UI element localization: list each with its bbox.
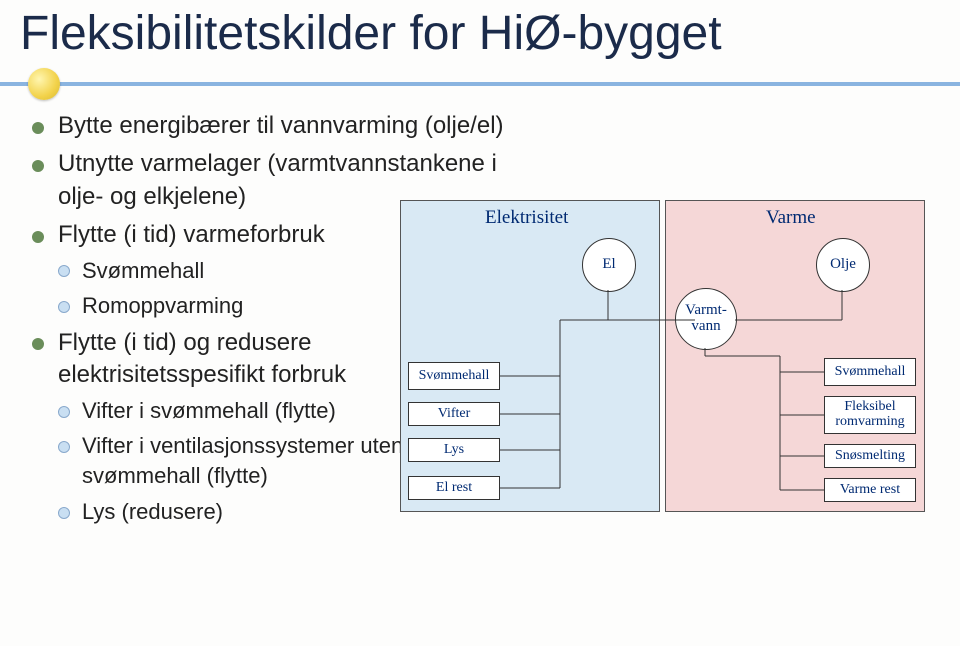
slide-title: Fleksibilitetskilder for HiØ-bygget [20,6,722,61]
panel-title-varme: Varme [766,207,816,229]
node-va-svommehall: Svømmehall [824,358,916,386]
node-va-rest: Varme rest [824,478,916,502]
circle-el: El [582,238,636,292]
bullet-level1: Bytte energibærer til vannvarming (olje/… [32,110,512,142]
header-dot-icon [28,68,60,100]
node-el-rest: El rest [408,476,500,500]
bullet-text: Lys (redusere) [82,499,223,524]
circle-varmtvann: Varmt- vann [675,288,737,350]
bullet-text: Bytte energibærer til vannvarming (olje/… [58,112,504,139]
bullet-text: Romoppvarming [82,293,243,318]
node-el-svommehall: Svømmehall [408,362,500,390]
node-el-lys: Lys [408,438,500,462]
node-el-vifter: Vifter [408,402,500,426]
bullet-text: Flytte (i tid) og redusere elektrisitets… [58,329,346,388]
header-rule [0,82,960,86]
node-va-snosmelting: Snøsmelting [824,444,916,468]
bullet-text: Vifter i svømmehall (flytte) [82,398,336,423]
bullet-text: Flytte (i tid) varmeforbruk [58,221,325,248]
node-va-fleksibel: Fleksibel romvarming [824,396,916,434]
bullet-text: Vifter i ventilasjonssystemer utenfor sv… [82,433,429,488]
panel-title-el: Elektrisitet [485,207,568,229]
diagram: Elektrisitet Varme El Varmt- vann Olje S… [400,200,940,580]
circle-olje: Olje [816,238,870,292]
bullet-text: Svømmehall [82,258,204,283]
